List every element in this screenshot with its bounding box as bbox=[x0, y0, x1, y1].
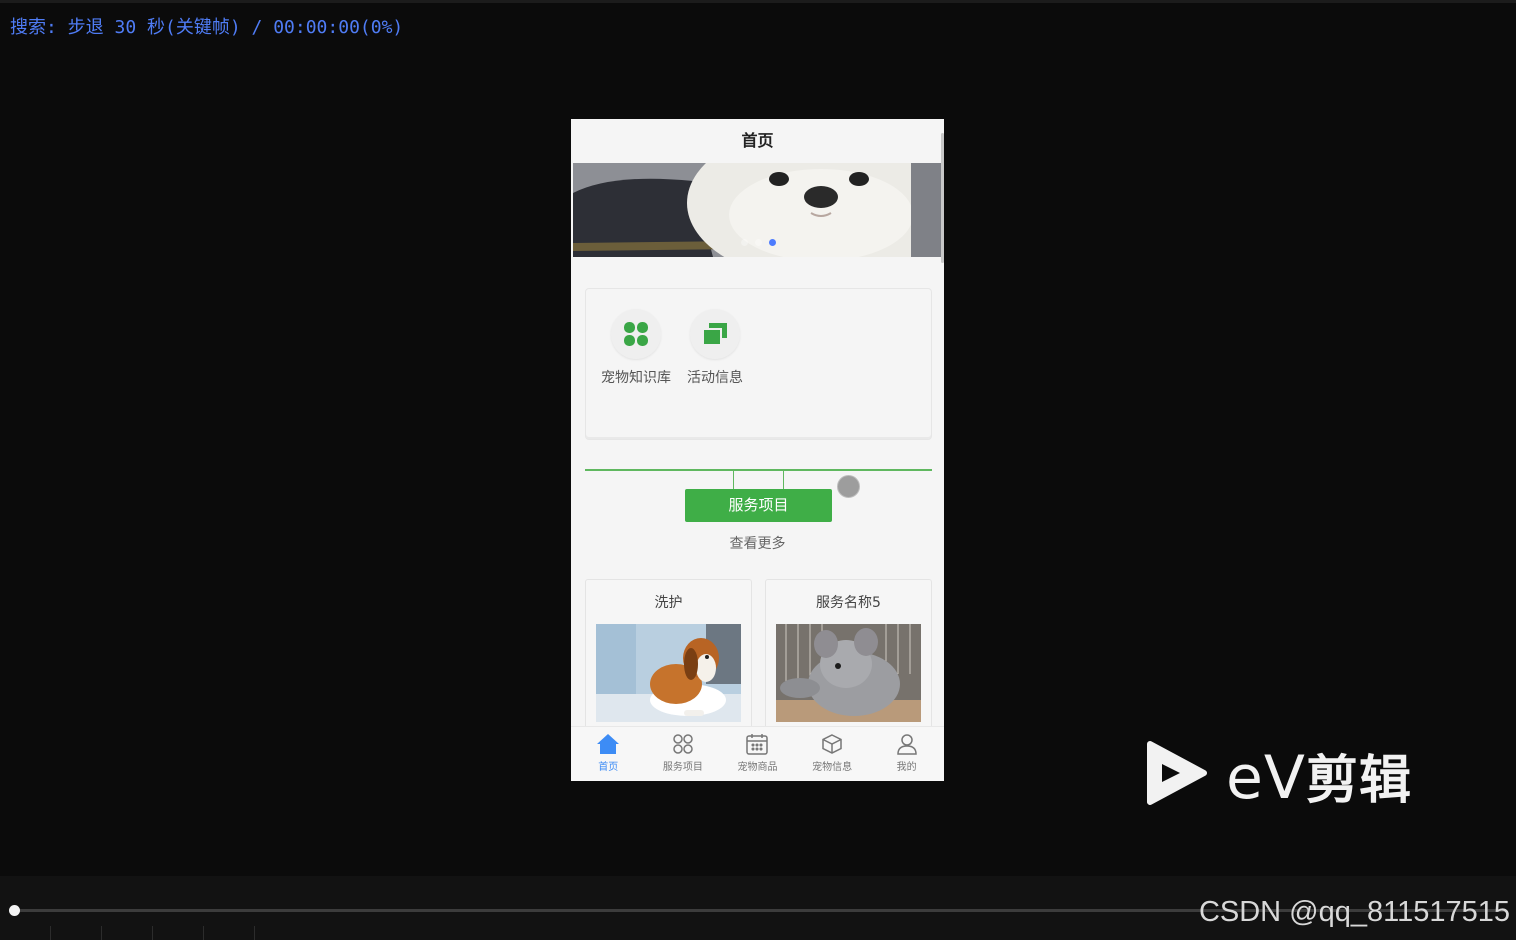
phone-screen: 首页 宠物知识库 活动信息 服务项目 查看更多 洗护 服务名称5 首页 服务项目… bbox=[571, 119, 944, 781]
tab-label: 首页 bbox=[598, 762, 619, 773]
tab-mine[interactable]: 我的 bbox=[869, 727, 944, 781]
page-scrollbar[interactable] bbox=[941, 133, 944, 263]
ev-brand-watermark: eV剪辑 bbox=[1226, 738, 1412, 813]
player-segment[interactable] bbox=[0, 926, 51, 940]
player-osd-status: 搜索: 步退 30 秒(关键帧) / 00:00:00(0%) bbox=[10, 17, 404, 38]
progress-knob[interactable] bbox=[9, 905, 20, 916]
box-icon bbox=[795, 731, 870, 757]
player-control-segments bbox=[0, 926, 255, 940]
tab-service[interactable]: 服务项目 bbox=[646, 727, 721, 781]
banner-dot-active[interactable] bbox=[769, 239, 776, 246]
player-segment[interactable] bbox=[51, 926, 102, 940]
tab-pet-goods[interactable]: 宠物商品 bbox=[720, 727, 795, 781]
section-divider-line bbox=[585, 469, 932, 471]
command-icon bbox=[646, 731, 721, 757]
bottom-tab-bar: 首页 服务项目 宠物商品 宠物信息 我的 bbox=[571, 726, 944, 781]
section-divider-tick bbox=[783, 471, 784, 489]
chinchilla-photo bbox=[776, 624, 921, 722]
tab-label: 服务项目 bbox=[662, 762, 703, 773]
home-icon bbox=[571, 731, 646, 757]
ev-play-logo-icon bbox=[1146, 740, 1208, 810]
tab-label: 宠物信息 bbox=[812, 762, 853, 773]
category-item-activity-info[interactable]: 活动信息 bbox=[680, 309, 750, 393]
player-segment[interactable] bbox=[102, 926, 153, 940]
page-title: 首页 bbox=[741, 131, 774, 150]
banner-dot[interactable] bbox=[741, 239, 748, 246]
player-segment[interactable] bbox=[204, 926, 255, 940]
banner-dot[interactable] bbox=[755, 239, 762, 246]
category-card: 宠物知识库 活动信息 bbox=[585, 288, 932, 440]
category-label: 宠物知识库 bbox=[601, 370, 671, 386]
beagle-dog-photo bbox=[596, 624, 741, 722]
service-name: 洗护 bbox=[654, 595, 683, 611]
banner-dots bbox=[741, 239, 776, 246]
view-more-link[interactable]: 查看更多 bbox=[571, 533, 944, 553]
touch-pointer-indicator bbox=[837, 475, 860, 498]
tab-pet-info[interactable]: 宠物信息 bbox=[795, 727, 870, 781]
tab-label: 宠物商品 bbox=[737, 762, 778, 773]
window-top-strip bbox=[0, 0, 1516, 3]
calendar-icon bbox=[720, 731, 795, 757]
ev-brand-han: 剪辑 bbox=[1305, 751, 1412, 811]
clover-icon bbox=[611, 309, 661, 359]
category-label: 活动信息 bbox=[687, 370, 743, 386]
ev-brand-latin: eV bbox=[1226, 743, 1306, 813]
user-icon bbox=[869, 731, 944, 757]
tab-home[interactable]: 首页 bbox=[571, 727, 646, 781]
video-player-bar: CSDN @qq_811517515 bbox=[0, 876, 1516, 940]
service-card[interactable]: 洗护 bbox=[585, 579, 752, 741]
service-section-button[interactable]: 服务项目 bbox=[685, 489, 832, 522]
service-name: 服务名称5 bbox=[816, 595, 881, 611]
section-divider-tick bbox=[733, 471, 734, 489]
player-segment[interactable] bbox=[153, 926, 204, 940]
csdn-credit-watermark: CSDN @qq_811517515 bbox=[1198, 896, 1510, 928]
folders-icon bbox=[690, 309, 740, 359]
category-item-pet-knowledge[interactable]: 宠物知识库 bbox=[601, 309, 671, 393]
tab-label: 我的 bbox=[896, 762, 917, 773]
service-card[interactable]: 服务名称5 bbox=[765, 579, 932, 741]
banner-carousel[interactable] bbox=[573, 163, 941, 257]
